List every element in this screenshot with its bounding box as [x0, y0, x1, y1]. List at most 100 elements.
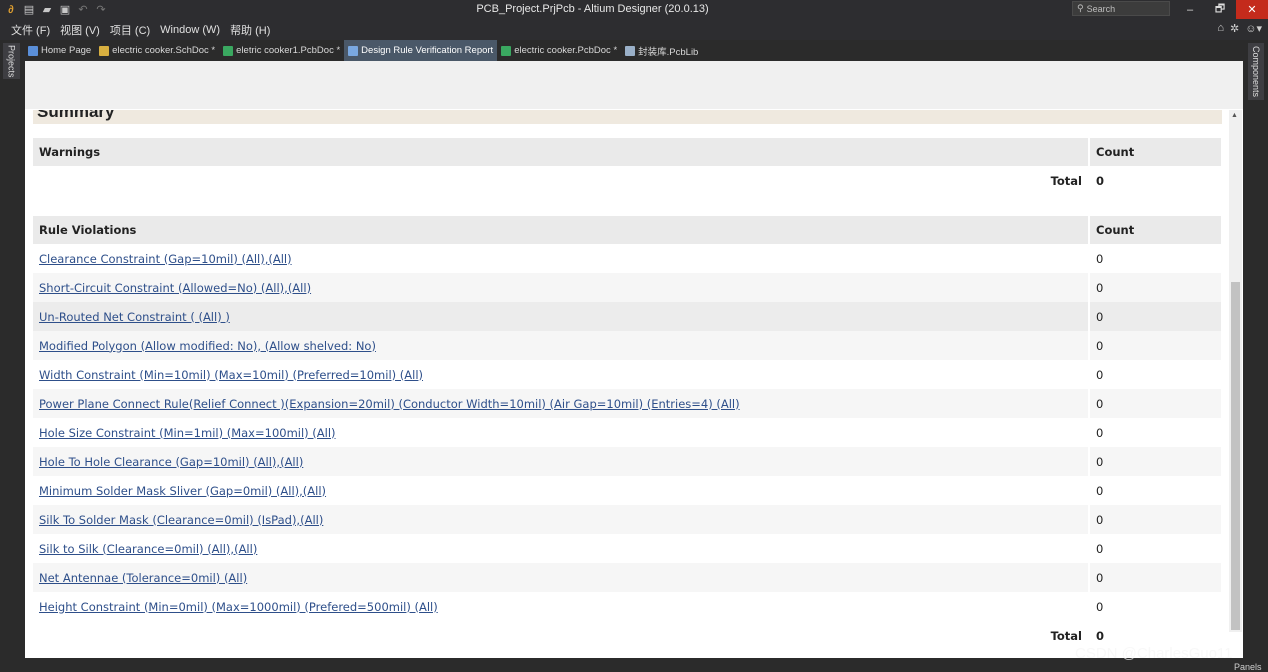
rule-count: 0 — [1088, 534, 1221, 563]
redo-icon[interactable]: ↷ — [94, 3, 108, 17]
report-document: Summary Warnings Count Total 0 Rule Viol… — [25, 61, 1243, 658]
menu-project[interactable]: 项目 (C) — [105, 22, 155, 38]
maximize-button[interactable]: 🗗 — [1205, 0, 1235, 19]
table-row: Short-Circuit Constraint (Allowed=No) (A… — [33, 273, 1221, 302]
menu-file[interactable]: 文件 (F) — [6, 22, 55, 38]
left-panel-strip: Projects — [0, 40, 24, 672]
table-row: Un-Routed Net Constraint ( (All) ) 0 — [33, 302, 1221, 331]
table-row: Clearance Constraint (Gap=10mil) (All),(… — [33, 244, 1221, 273]
minimize-button[interactable]: – — [1175, 0, 1205, 19]
rule-link[interactable]: Silk To Solder Mask (Clearance=0mil) (Is… — [39, 513, 323, 527]
open-icon[interactable]: ▰ — [40, 3, 54, 17]
rule-violations-header: Rule Violations — [33, 216, 1089, 244]
rule-count: 0 — [1088, 592, 1221, 621]
menu-help[interactable]: 帮助 (H) — [225, 22, 275, 38]
rule-count: 0 — [1088, 476, 1221, 505]
vertical-scrollbar[interactable]: ▲ — [1229, 110, 1242, 632]
warnings-table: Warnings Count Total 0 — [33, 138, 1221, 195]
rule-link[interactable]: Clearance Constraint (Gap=10mil) (All),(… — [39, 252, 292, 266]
menu-window[interactable]: Window (W) — [155, 24, 225, 36]
table-row: Hole Size Constraint (Min=1mil) (Max=100… — [33, 418, 1221, 447]
components-panel-tab[interactable]: Components — [1248, 43, 1264, 100]
rule-link[interactable]: Minimum Solder Mask Sliver (Gap=0mil) (A… — [39, 484, 326, 498]
menu-right-icons: ⌂ ✲ ☺▾ — [1217, 22, 1262, 35]
table-row: Silk to Silk (Clearance=0mil) (All),(All… — [33, 534, 1221, 563]
open-project-icon[interactable]: ▣ — [58, 3, 72, 17]
table-row: Net Antennae (Tolerance=0mil) (All) 0 — [33, 563, 1221, 592]
scroll-up-arrow-icon[interactable]: ▲ — [1231, 112, 1238, 119]
tab-label: Home Page — [41, 45, 92, 56]
projects-panel-tab[interactable]: Projects — [3, 43, 20, 79]
rule-count: 0 — [1088, 563, 1221, 592]
tab-label: eletric cooker1.PcbDoc * — [236, 45, 341, 56]
window-title: PCB_Project.PrjPcb - Altium Designer (20… — [476, 3, 709, 15]
tab-drc-report[interactable]: Design Rule Verification Report — [344, 40, 498, 61]
search-input[interactable]: ⚲ Search — [1072, 1, 1170, 16]
report-icon — [348, 45, 359, 56]
home-icon[interactable]: ⌂ — [1217, 22, 1224, 35]
rule-count: 0 — [1088, 505, 1221, 534]
rule-link[interactable]: Hole To Hole Clearance (Gap=10mil) (All)… — [39, 455, 303, 469]
tab-pcblib[interactable]: 封装库.PcbLib — [621, 40, 702, 61]
menu-view[interactable]: 视图 (V) — [55, 22, 105, 38]
rule-link[interactable]: Short-Circuit Constraint (Allowed=No) (A… — [39, 281, 311, 295]
undo-icon[interactable]: ↶ — [76, 3, 90, 17]
gear-icon[interactable]: ✲ — [1230, 22, 1239, 35]
rule-link[interactable]: Height Constraint (Min=0mil) (Max=1000mi… — [39, 600, 438, 614]
total-value: 0 — [1088, 166, 1221, 195]
rule-link[interactable]: Net Antennae (Tolerance=0mil) (All) — [39, 571, 247, 585]
tab-schdoc[interactable]: electric cooker.SchDoc * — [95, 40, 219, 61]
pcblib-icon — [625, 45, 636, 56]
report-header-area — [25, 61, 1243, 109]
rule-count: 0 — [1088, 302, 1221, 331]
rule-link[interactable]: Modified Polygon (Allow modified: No), (… — [39, 339, 376, 353]
count-header: Count — [1088, 138, 1221, 166]
table-row: Height Constraint (Min=0mil) (Max=1000mi… — [33, 592, 1221, 621]
table-header-row: Warnings Count — [33, 138, 1221, 166]
search-placeholder: Search — [1086, 3, 1116, 14]
summary-title: Summary — [37, 110, 115, 121]
rule-count: 0 — [1088, 418, 1221, 447]
rule-link[interactable]: Power Plane Connect Rule(Relief Connect … — [39, 397, 740, 411]
save-all-icon[interactable]: ▤ — [22, 3, 36, 17]
document-tabs: Home Page electric cooker.SchDoc * eletr… — [24, 40, 1244, 61]
tab-label: electric cooker.PcbDoc * — [514, 45, 618, 56]
pcb-icon — [501, 45, 512, 56]
rule-link[interactable]: Un-Routed Net Constraint ( (All) ) — [39, 310, 230, 324]
tab-label: electric cooker.SchDoc * — [112, 45, 216, 56]
table-row: Modified Polygon (Allow modified: No), (… — [33, 331, 1221, 360]
rule-count: 0 — [1088, 331, 1221, 360]
user-icon[interactable]: ☺▾ — [1245, 22, 1262, 35]
rule-link[interactable]: Width Constraint (Min=10mil) (Max=10mil)… — [39, 368, 423, 382]
tab-home-page[interactable]: Home Page — [24, 40, 95, 61]
tab-pcbdoc-1[interactable]: eletric cooker1.PcbDoc * — [219, 40, 344, 61]
menu-bar: 文件 (F) 视图 (V) 项目 (C) Window (W) 帮助 (H) — [0, 19, 1268, 40]
total-row: Total 0 — [33, 621, 1221, 650]
warnings-header: Warnings — [33, 138, 1089, 166]
search-icon: ⚲ — [1077, 3, 1084, 13]
rule-count: 0 — [1088, 273, 1221, 302]
table-row: Silk To Solder Mask (Clearance=0mil) (Is… — [33, 505, 1221, 534]
table-row: Power Plane Connect Rule(Relief Connect … — [33, 389, 1221, 418]
total-label: Total — [1050, 628, 1082, 643]
rule-count: 0 — [1088, 447, 1221, 476]
scrollbar-thumb[interactable] — [1231, 282, 1240, 630]
count-header: Count — [1088, 216, 1221, 244]
panels-button[interactable]: Panels — [1234, 662, 1262, 672]
rule-link[interactable]: Hole Size Constraint (Min=1mil) (Max=100… — [39, 426, 336, 440]
title-bar: ∂ ▤ ▰ ▣ ↶ ↷ PCB_Project.PrjPcb - Altium … — [0, 0, 1268, 19]
rule-count: 0 — [1088, 360, 1221, 389]
rule-link[interactable]: Silk to Silk (Clearance=0mil) (All),(All… — [39, 542, 257, 556]
watermark: CSDN @CharlesGuo11 — [1075, 645, 1233, 662]
total-row: Total 0 — [33, 166, 1221, 195]
table-row: Width Constraint (Min=10mil) (Max=10mil)… — [33, 360, 1221, 389]
tab-label: 封装库.PcbLib — [638, 46, 699, 58]
logo-icon[interactable]: ∂ — [4, 3, 18, 17]
pcb-icon — [223, 45, 234, 56]
tab-label: Design Rule Verification Report — [361, 45, 494, 56]
tab-pcbdoc-2[interactable]: electric cooker.PcbDoc * — [497, 40, 621, 61]
close-button[interactable]: ✕ — [1236, 0, 1268, 19]
table-row: Hole To Hole Clearance (Gap=10mil) (All)… — [33, 447, 1221, 476]
rule-violations-table: Rule Violations Count Clearance Constrai… — [33, 216, 1221, 650]
home-icon — [28, 45, 38, 56]
